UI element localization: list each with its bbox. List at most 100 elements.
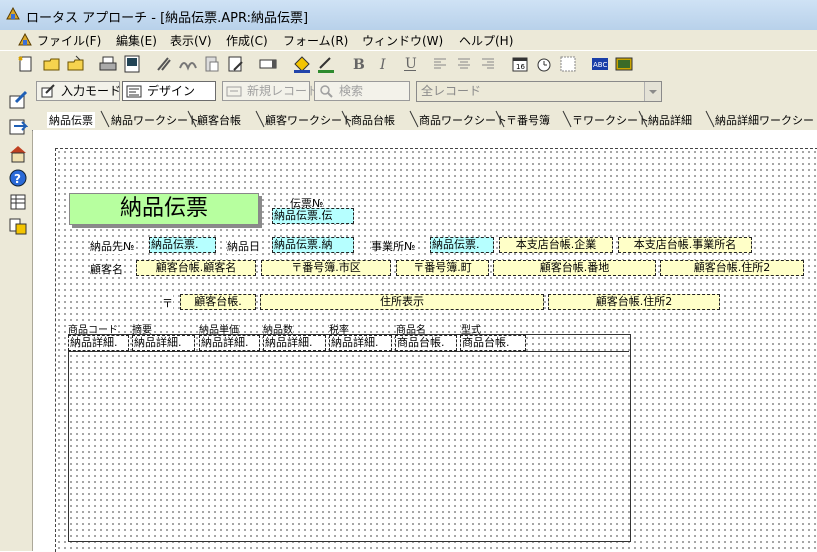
date-field[interactable]: 納品伝票.納 xyxy=(272,237,354,253)
open-folder-icon[interactable] xyxy=(42,54,62,74)
address-display-field[interactable]: 住所表示 xyxy=(260,294,544,310)
record-filter-select[interactable]: 全レコード xyxy=(416,81,662,102)
detail-field-tax-rate[interactable]: 納品詳細. xyxy=(329,335,392,351)
input-mode-icon xyxy=(41,84,55,98)
preview-icon[interactable] xyxy=(122,54,142,74)
form-canvas[interactable]: 納品伝票 伝票№ 納品伝票.伝 納品先№ 納品伝票. 納品日 納品伝票.納 事業… xyxy=(55,148,817,552)
zip-field[interactable]: 顧客台帳. xyxy=(180,294,256,310)
help-icon[interactable]: ? xyxy=(8,168,28,188)
left-toolbar: ? xyxy=(0,78,33,551)
detail-row-divider xyxy=(68,351,629,352)
new-record-button[interactable]: 新規レコード xyxy=(222,81,319,101)
tab-kokyaku-worksheet[interactable]: 顧客ワークシート xyxy=(265,112,353,128)
detail-field-product-name[interactable]: 商品台帳. xyxy=(395,335,457,351)
window-title: ロータス アプローチ - [納品伝票.APR:納品伝票] xyxy=(26,11,309,26)
tab-shouhin-daichou[interactable]: 商品台帳 xyxy=(351,112,395,128)
detail-field-unit-price[interactable]: 納品詳細. xyxy=(199,335,260,351)
line-color-icon[interactable] xyxy=(316,54,336,74)
office-no-label: 事業所№ xyxy=(371,238,416,254)
menu-help[interactable]: ヘルプ(H) xyxy=(459,32,513,49)
tab-nouhin-worksheet[interactable]: 納品ワークシート xyxy=(111,112,199,128)
field-box-icon[interactable] xyxy=(258,54,278,74)
align-center-icon[interactable] xyxy=(454,54,474,74)
menu-form[interactable]: フォーム(R) xyxy=(283,32,348,49)
chevron-down-icon xyxy=(644,82,661,101)
fill-color-icon[interactable] xyxy=(292,54,312,74)
print-icon[interactable] xyxy=(98,54,118,74)
design-label: デザイン xyxy=(147,84,196,98)
address2-field-row3[interactable]: 顧客台帳.住所2 xyxy=(548,294,720,310)
tab-shouhin-worksheet[interactable]: 商品ワークシート xyxy=(419,112,507,128)
home-icon[interactable] xyxy=(8,144,28,164)
open-form-icon[interactable] xyxy=(8,116,29,136)
tab-nouhin-shousai-worksheet[interactable]: 納品詳細ワークシート xyxy=(715,112,817,128)
design-button[interactable]: デザイン xyxy=(122,81,216,101)
new-record-icon xyxy=(226,86,242,97)
search-button[interactable]: 検索 xyxy=(314,81,410,101)
office-no-field[interactable]: 納品伝票. xyxy=(430,237,494,253)
main-toolbar: B I U 16 ABC xyxy=(0,50,817,79)
tab-nouhin-shousai[interactable]: 納品詳細 xyxy=(648,112,692,128)
tab-separator xyxy=(100,110,110,128)
delivery-to-label: 納品先№ xyxy=(90,238,135,254)
brush-icon[interactable] xyxy=(226,54,246,74)
tab-separator xyxy=(409,110,419,128)
new-file-icon[interactable] xyxy=(16,54,36,74)
zip-label: 〒 xyxy=(162,295,173,311)
copy-icon[interactable] xyxy=(178,54,198,74)
customer-name-field[interactable]: 顧客台帳.顧客名 xyxy=(136,260,256,276)
edit-form-icon[interactable] xyxy=(8,90,28,110)
svg-text:16: 16 xyxy=(516,63,525,71)
tab-separator xyxy=(705,110,715,128)
menu-edit[interactable]: 編集(E) xyxy=(116,32,157,49)
new-record-label: 新規レコード xyxy=(247,84,320,98)
open-file-icon[interactable] xyxy=(66,54,86,74)
address-field[interactable]: 顧客台帳.番地 xyxy=(493,260,656,276)
paste-icon[interactable] xyxy=(202,54,222,74)
align-left-icon[interactable] xyxy=(430,54,450,74)
input-mode-button[interactable]: 入力モード xyxy=(36,81,121,101)
database-icon[interactable] xyxy=(8,216,28,236)
tab-separator xyxy=(341,110,351,128)
menu-file[interactable]: ファイル(F) xyxy=(37,32,101,49)
app-icon xyxy=(6,7,20,20)
tab-yubin-bango[interactable]: 〒番号簿 xyxy=(506,112,550,128)
menu-window[interactable]: ウィンドウ(W) xyxy=(362,32,443,49)
picture-icon[interactable] xyxy=(614,54,634,74)
tab-separator xyxy=(255,110,265,128)
worksheet-icon[interactable] xyxy=(8,192,28,212)
tab-kokyaku-daichou[interactable]: 顧客台帳 xyxy=(197,112,241,128)
town-field[interactable]: 〒番号簿.町 xyxy=(396,260,489,276)
address2-field[interactable]: 顧客台帳.住所2 xyxy=(660,260,804,276)
tab-separator xyxy=(562,110,572,128)
detail-field-quantity[interactable]: 納品詳細. xyxy=(263,335,326,351)
city-field[interactable]: 〒番号簿.市区 xyxy=(261,260,391,276)
svg-text:B: B xyxy=(353,57,365,73)
delivery-to-field[interactable]: 納品伝票. xyxy=(149,237,216,253)
form-title-box[interactable]: 納品伝票 xyxy=(69,193,259,225)
detail-field-product-code[interactable]: 納品詳細. xyxy=(68,335,129,351)
abc-icon[interactable]: ABC xyxy=(590,54,610,74)
bold-icon[interactable]: B xyxy=(348,54,368,74)
view-tabs: 納品伝票 納品ワークシート 顧客台帳 顧客ワークシート 商品台帳 商品ワークシー… xyxy=(32,106,817,131)
detail-field-model[interactable]: 商品台帳. xyxy=(460,335,526,351)
detail-repeating-panel[interactable] xyxy=(68,334,631,542)
grid-icon[interactable] xyxy=(558,54,578,74)
document-icon[interactable] xyxy=(18,33,32,47)
align-right-icon[interactable] xyxy=(478,54,498,74)
office-name-field[interactable]: 本支店台帳.事業所名 xyxy=(618,237,752,253)
detail-field-summary[interactable]: 納品詳細. xyxy=(132,335,195,351)
italic-icon[interactable]: I xyxy=(374,54,394,74)
company-field[interactable]: 本支店台帳.企業 xyxy=(499,237,613,253)
svg-text:?: ? xyxy=(14,172,21,186)
clock-icon[interactable] xyxy=(534,54,554,74)
customer-name-label: 顧客名 xyxy=(90,261,123,277)
slip-no-field[interactable]: 納品伝票.伝 xyxy=(272,208,354,224)
underline-icon[interactable]: U xyxy=(400,54,420,74)
cut-icon[interactable] xyxy=(154,54,174,74)
menu-view[interactable]: 表示(V) xyxy=(170,32,212,49)
calendar-icon[interactable]: 16 xyxy=(510,54,530,74)
tab-nouhin-denpyou[interactable]: 納品伝票 xyxy=(47,112,95,128)
menu-create[interactable]: 作成(C) xyxy=(226,32,268,49)
search-label: 検索 xyxy=(339,84,364,98)
